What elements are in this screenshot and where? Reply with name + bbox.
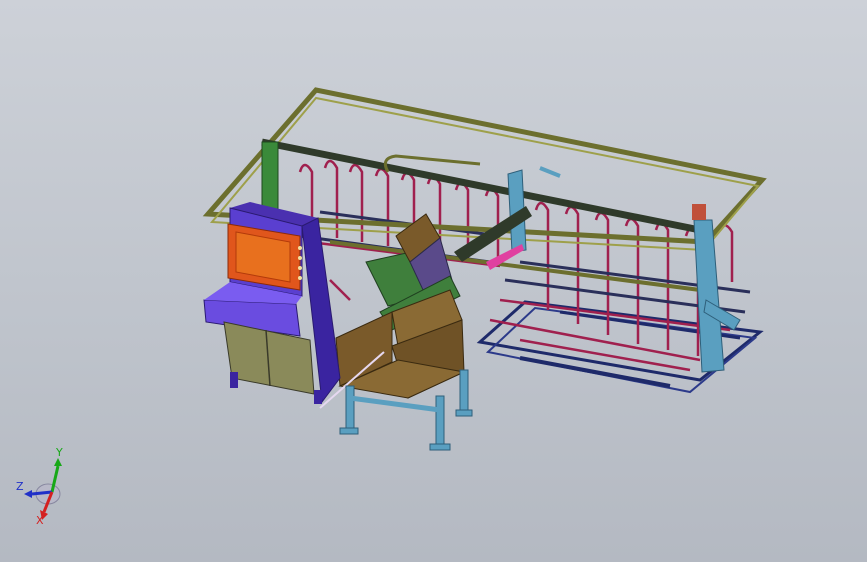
cad-viewport[interactable]: Y Z X: [0, 0, 867, 562]
z-axis-label: Z: [16, 480, 24, 493]
x-axis-label: X: [36, 514, 44, 526]
orientation-triad[interactable]: Y Z X: [14, 446, 74, 526]
z-axis-arrow: [24, 490, 32, 498]
assembly-model[interactable]: [0, 0, 867, 562]
gantry-motor: [692, 204, 706, 220]
z-axis: [31, 490, 53, 496]
y-axis-arrow: [54, 458, 62, 466]
y-axis-label: Y: [55, 446, 63, 459]
